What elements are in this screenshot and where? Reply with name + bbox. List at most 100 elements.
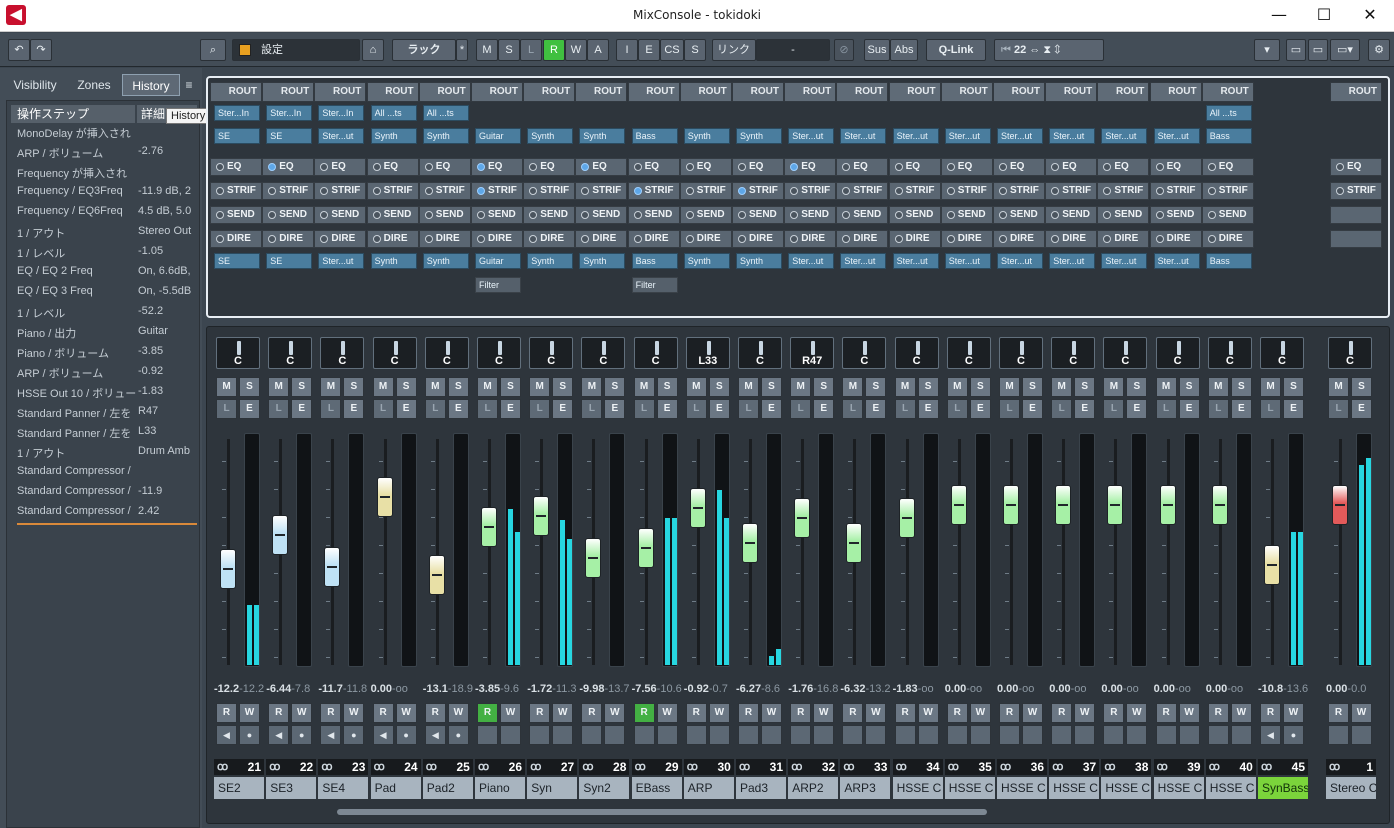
monitor-icon[interactable]: ◀ xyxy=(424,725,446,745)
preset-dropdown[interactable]: 設定 xyxy=(232,39,360,61)
link-icon[interactable]: ꝏ xyxy=(1052,759,1063,775)
read-automation-button[interactable]: R xyxy=(894,703,916,723)
pan-control[interactable]: C xyxy=(1103,337,1148,369)
output-slot[interactable]: Synth xyxy=(527,253,574,269)
output-routing-slot[interactable]: Ster...ut xyxy=(788,128,835,144)
power-icon[interactable] xyxy=(424,235,433,243)
output-slot[interactable]: Synth xyxy=(422,253,469,269)
volume-readout[interactable]: 0.00-oo xyxy=(1154,683,1204,697)
power-icon[interactable] xyxy=(842,235,851,243)
send-section-toggle[interactable]: SEND xyxy=(784,206,837,224)
write-automation-button[interactable]: W xyxy=(343,703,365,723)
write-automation-button[interactable]: W xyxy=(447,703,469,723)
power-icon[interactable] xyxy=(1207,211,1216,219)
fader-handle[interactable] xyxy=(220,549,236,590)
solo-button[interactable]: S xyxy=(343,377,365,397)
solo-button[interactable]: S xyxy=(1351,377,1372,397)
history-row[interactable]: 1 / レベル -1.05 xyxy=(17,245,197,265)
strip-section-toggle[interactable]: STRIF xyxy=(366,182,419,200)
horizontal-scrollbar[interactable] xyxy=(337,809,987,815)
solo-button[interactable]: S xyxy=(552,377,574,397)
power-icon[interactable] xyxy=(424,163,433,171)
record-enable-icon[interactable]: ● xyxy=(239,725,260,745)
listen-button[interactable]: L xyxy=(738,399,759,419)
output-routing-slot[interactable]: Guitar xyxy=(475,128,521,144)
direct-section-toggle[interactable]: DIRE xyxy=(1149,230,1202,248)
send-section-toggle[interactable]: SEND xyxy=(1201,206,1254,224)
tab-menu-icon[interactable]: ≡ xyxy=(182,74,196,96)
power-icon[interactable] xyxy=(1155,163,1164,171)
power-icon[interactable] xyxy=(529,235,538,243)
mute-button[interactable]: M xyxy=(268,377,290,397)
write-automation-button[interactable]: W xyxy=(1230,703,1252,723)
listen-button[interactable]: L xyxy=(477,399,498,419)
power-icon[interactable] xyxy=(1103,235,1112,243)
output-routing-slot[interactable]: Synth xyxy=(422,128,469,144)
listen-button[interactable]: L xyxy=(1051,399,1073,419)
input-routing-slot[interactable]: Ster...In xyxy=(318,105,365,121)
output-routing-slot[interactable]: Synth xyxy=(736,128,782,144)
edit-channel-button[interactable]: E xyxy=(1074,399,1096,419)
write-automation-button[interactable]: W xyxy=(1022,703,1043,723)
power-icon[interactable] xyxy=(946,235,955,243)
search-button[interactable]: ⌕ xyxy=(200,39,226,61)
listen-button[interactable]: L xyxy=(790,399,812,419)
power-icon[interactable] xyxy=(1336,187,1344,195)
send-section-toggle[interactable]: SEND xyxy=(888,206,941,224)
solo-button[interactable]: S xyxy=(656,377,678,397)
channel-name[interactable]: Syn xyxy=(527,777,578,799)
channel-name[interactable]: SE4 xyxy=(318,777,369,799)
minimize-button[interactable]: — xyxy=(1264,4,1294,26)
read-all-button[interactable]: R xyxy=(543,39,565,61)
mute-button[interactable]: M xyxy=(1103,377,1125,397)
routing-header[interactable]: ROUT xyxy=(940,82,993,102)
strip-section-toggle[interactable]: STRIF xyxy=(940,182,993,200)
output-slot[interactable]: Ster...ut xyxy=(840,253,887,269)
solo-button[interactable]: S xyxy=(291,377,313,397)
send-section-toggle[interactable]: SEND xyxy=(627,206,680,224)
write-automation-button[interactable]: W xyxy=(656,703,678,723)
fader-handle[interactable] xyxy=(794,497,811,538)
power-icon[interactable] xyxy=(633,211,642,219)
power-icon[interactable] xyxy=(581,235,590,243)
edit-channel-button[interactable]: E xyxy=(1178,399,1200,419)
input-routing-slot[interactable]: All ...ts xyxy=(1205,105,1252,121)
solo-button[interactable]: S xyxy=(917,377,939,397)
history-row[interactable]: Standard Compressor / xyxy=(17,465,197,485)
solo-button[interactable]: S xyxy=(1230,377,1252,397)
eq-section-toggle[interactable]: EQ xyxy=(1097,158,1150,176)
history-row[interactable]: EQ / EQ 2 Freq On, 6.6dB, xyxy=(17,265,197,285)
input-button[interactable]: I xyxy=(616,39,638,61)
edit-channel-button[interactable]: E xyxy=(447,399,469,419)
channel-name[interactable]: Pad xyxy=(370,777,421,799)
fader-handle[interactable] xyxy=(637,528,654,569)
power-icon[interactable] xyxy=(685,187,694,195)
write-automation-button[interactable]: W xyxy=(813,703,835,723)
send-section-toggle[interactable]: SEND xyxy=(523,206,576,224)
power-icon[interactable] xyxy=(999,211,1007,219)
edit-channel-button[interactable]: E xyxy=(604,399,626,419)
pan-control[interactable]: C xyxy=(1051,337,1096,369)
link-icon[interactable]: ꝏ xyxy=(1261,759,1272,775)
mute-button[interactable]: M xyxy=(1328,377,1349,397)
link-icon[interactable]: ꝏ xyxy=(739,759,750,775)
edit-channel-button[interactable]: E xyxy=(552,399,574,419)
direct-section-toggle[interactable]: DIRE xyxy=(627,230,680,248)
routing-header[interactable]: ROUT xyxy=(418,82,471,102)
channel-name[interactable]: HSSE C xyxy=(1049,777,1100,799)
write-automation-button[interactable]: W xyxy=(708,703,730,723)
listen-button[interactable]: L xyxy=(268,399,290,419)
direct-section-toggle[interactable]: DIRE xyxy=(262,230,315,248)
channel-name[interactable]: SE3 xyxy=(266,777,317,799)
listen-button[interactable]: L xyxy=(999,399,1020,419)
mute-all-button[interactable]: M xyxy=(476,39,498,61)
output-routing-slot[interactable]: SE xyxy=(266,128,313,144)
mute-button[interactable]: M xyxy=(372,377,394,397)
power-icon[interactable] xyxy=(685,211,694,219)
mute-button[interactable]: M xyxy=(946,377,968,397)
output-routing-slot[interactable]: Ster...ut xyxy=(1101,128,1148,144)
power-icon[interactable] xyxy=(320,187,329,195)
listen-button[interactable]: L xyxy=(633,399,655,419)
power-icon[interactable] xyxy=(790,187,799,195)
link-icon[interactable]: ꝏ xyxy=(269,759,280,775)
